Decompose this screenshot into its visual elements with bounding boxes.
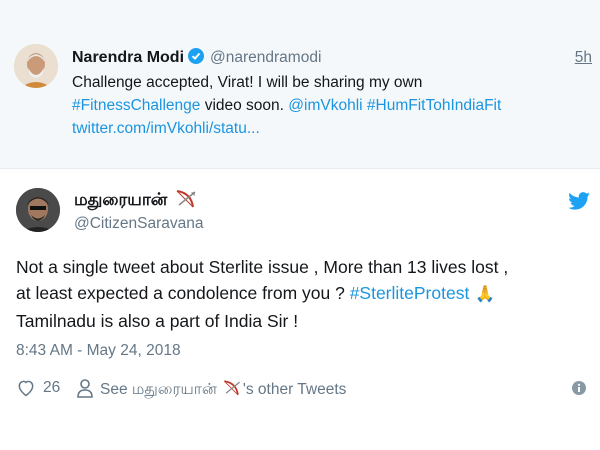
hashtag-link[interactable]: #SterliteProtest [350, 283, 470, 303]
see-other-tweets-link[interactable]: See மதுரையான் 's other Tweets [100, 379, 346, 400]
verified-badge-icon [188, 48, 205, 64]
tweet-text-part: Not a single tweet about Sterlite issue … [16, 257, 509, 277]
folded-hands-emoji: 🙏 [475, 286, 496, 303]
info-icon[interactable] [572, 381, 586, 395]
quoted-author-handle[interactable]: @narendramodi [210, 49, 321, 66]
quoted-tweet[interactable]: Narendra Modi @narendramodi 5h Challenge … [0, 0, 600, 168]
mention-link[interactable]: @imVkohli [288, 97, 362, 114]
quoted-tweet-text: Challenge accepted, Virat! I will be sha… [72, 71, 592, 140]
twitter-bird-icon[interactable] [568, 192, 590, 210]
like-count[interactable]: 26 [43, 379, 60, 397]
author-avatar[interactable] [16, 188, 60, 232]
author-name[interactable]: மதுரையான் [74, 190, 167, 210]
see-other-suffix: 's other Tweets [242, 381, 347, 398]
quoted-text-part: video soon. [200, 97, 289, 114]
tweet-timestamp[interactable]: 8:43 AM - May 24, 2018 [16, 342, 181, 360]
hashtag-link[interactable]: #FitnessChallenge [72, 97, 200, 114]
tweet-text-part: at least expected a condolence from you … [16, 283, 350, 303]
quoted-author-avatar[interactable] [14, 44, 58, 88]
hashtag-link[interactable]: #HumFitTohIndiaFit [367, 97, 501, 114]
author-handle[interactable]: @CitizenSaravana [74, 215, 203, 233]
tweet-actions: 26 See மதுரையான் 's other Tweets [16, 377, 586, 399]
tweet-text-part: Tamilnadu is also a part of India Sir ! [16, 311, 299, 331]
heart-icon[interactable] [16, 378, 36, 398]
see-other-prefix: See மதுரையான் [100, 381, 217, 398]
divider [0, 168, 600, 169]
quoted-author-name[interactable]: Narendra Modi [72, 49, 184, 66]
author-name-line: மதுரையான் [74, 189, 199, 212]
quoted-tweet-time[interactable]: 5h [575, 49, 592, 67]
tweet-text: Not a single tweet about Sterlite issue … [16, 254, 594, 334]
quoted-text-part: Challenge accepted, Virat! I will be sha… [72, 74, 423, 91]
bow-and-arrow-icon [176, 190, 196, 208]
url-link[interactable]: twitter.com/imVkohli/statu... [72, 120, 260, 137]
person-icon [77, 379, 93, 398]
quoted-author-line: Narendra Modi @narendramodi [72, 48, 321, 67]
bow-and-arrow-icon [223, 380, 240, 396]
